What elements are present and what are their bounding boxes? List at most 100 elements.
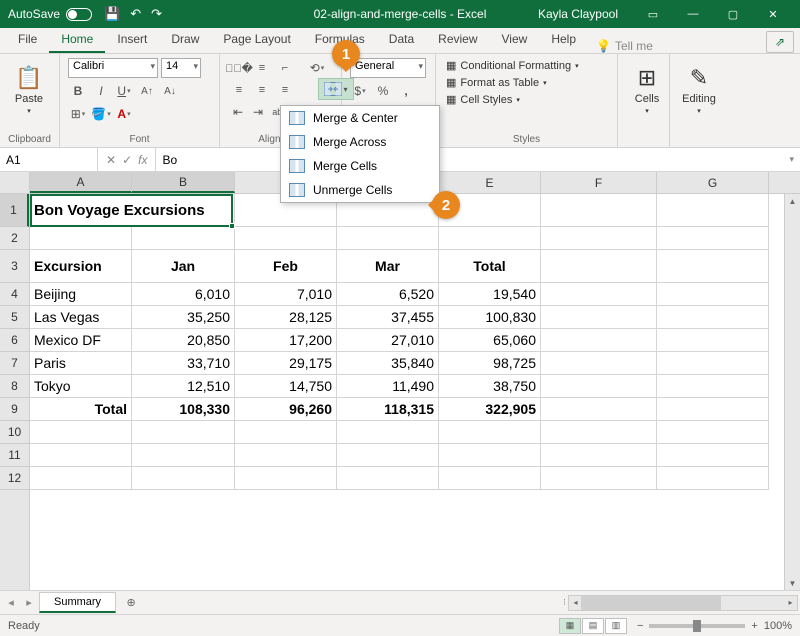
tab-insert[interactable]: Insert <box>105 28 159 53</box>
cell[interactable] <box>657 283 769 306</box>
cell[interactable]: 19,540 <box>439 283 541 306</box>
tab-view[interactable]: View <box>490 28 540 53</box>
align-center-button[interactable]: ≡ <box>251 80 273 100</box>
borders-button[interactable]: ⊞ <box>68 104 88 124</box>
cell[interactable] <box>541 421 657 444</box>
ribbon-display-icon[interactable]: ▭ <box>634 4 672 24</box>
sheet-tab-summary[interactable]: Summary <box>39 592 116 613</box>
cell[interactable] <box>30 467 132 490</box>
paste-button[interactable]: 📋 Paste ▾ <box>8 58 50 122</box>
cell[interactable]: 33,710 <box>132 352 235 375</box>
zoom-out-button[interactable]: − <box>637 620 643 632</box>
cell[interactable] <box>337 444 439 467</box>
horizontal-scrollbar[interactable]: ◂ ▸ <box>568 595 798 611</box>
fx-icon[interactable]: fx <box>138 153 147 167</box>
cell[interactable] <box>337 227 439 250</box>
font-size-select[interactable]: 14 <box>161 58 201 78</box>
cell[interactable] <box>132 227 235 250</box>
cell[interactable]: 96,260 <box>235 398 337 421</box>
cell[interactable] <box>132 467 235 490</box>
cell[interactable]: 35,840 <box>337 352 439 375</box>
row-header-1[interactable]: 1 <box>0 194 29 227</box>
cell[interactable]: Beijing <box>30 283 132 306</box>
cell[interactable] <box>541 194 657 227</box>
unmerge-cells-item[interactable]: Unmerge Cells <box>281 178 439 202</box>
shrink-font-button[interactable]: A↓ <box>160 81 180 101</box>
cell[interactable] <box>541 467 657 490</box>
align-right-button[interactable]: ≡ <box>274 80 296 100</box>
cell[interactable]: 27,010 <box>337 329 439 352</box>
row-header-9[interactable]: 9 <box>0 398 29 421</box>
cell[interactable] <box>657 352 769 375</box>
comma-format-button[interactable]: , <box>396 81 416 101</box>
cell-grid[interactable]: Bon Voyage ExcursionsExcursionJanFebMarT… <box>30 194 800 590</box>
expand-formula-bar[interactable]: ▾ <box>783 154 800 165</box>
cell[interactable] <box>657 227 769 250</box>
percent-format-button[interactable]: % <box>373 81 393 101</box>
fill-color-button[interactable]: 🪣 <box>91 104 111 124</box>
tab-review[interactable]: Review <box>426 28 489 53</box>
cell[interactable]: 11,490 <box>337 375 439 398</box>
cell[interactable] <box>541 352 657 375</box>
align-middle-button[interactable]: ≡ <box>251 58 273 78</box>
col-header-E[interactable]: E <box>439 172 541 193</box>
vertical-scrollbar[interactable]: ▲ ▼ <box>784 194 800 590</box>
normal-view-button[interactable]: ▦ <box>559 618 581 634</box>
cell[interactable]: 118,315 <box>337 398 439 421</box>
conditional-formatting-button[interactable]: ▦ Conditional Formatting ▾ <box>444 58 609 73</box>
italic-button[interactable]: I <box>91 81 111 101</box>
tab-file[interactable]: File <box>6 28 49 53</box>
cell[interactable]: 37,455 <box>337 306 439 329</box>
page-layout-view-button[interactable]: ▤ <box>582 618 604 634</box>
title-cell[interactable]: Bon Voyage Excursions <box>30 194 235 227</box>
cell[interactable]: Total <box>439 250 541 283</box>
cell[interactable] <box>337 467 439 490</box>
close-icon[interactable]: ✕ <box>754 4 792 24</box>
cell[interactable] <box>541 250 657 283</box>
cell[interactable]: Feb <box>235 250 337 283</box>
merge-across-item[interactable]: Merge Across <box>281 130 439 154</box>
col-header-B[interactable]: B <box>132 172 235 193</box>
number-format-select[interactable]: General <box>350 58 426 78</box>
cell[interactable] <box>235 467 337 490</box>
cell[interactable] <box>657 194 769 227</box>
cell[interactable] <box>541 306 657 329</box>
cell[interactable]: 98,725 <box>439 352 541 375</box>
cell[interactable] <box>30 421 132 444</box>
cell[interactable] <box>132 444 235 467</box>
tab-draw[interactable]: Draw <box>159 28 211 53</box>
zoom-level[interactable]: 100% <box>764 620 792 632</box>
sheet-nav-prev[interactable]: ◂ <box>2 596 20 609</box>
align-top-button[interactable]: �ొ� <box>228 58 250 78</box>
cell[interactable]: Tokyo <box>30 375 132 398</box>
cell[interactable] <box>439 444 541 467</box>
cell[interactable]: 6,010 <box>132 283 235 306</box>
tell-me-search[interactable]: 💡 Tell me <box>596 39 653 53</box>
cell[interactable]: 108,330 <box>132 398 235 421</box>
save-icon[interactable]: 💾 <box>104 6 120 22</box>
cell[interactable] <box>541 375 657 398</box>
cell[interactable] <box>439 467 541 490</box>
add-sheet-button[interactable]: ⊕ <box>121 593 141 613</box>
row-header-7[interactable]: 7 <box>0 352 29 375</box>
confirm-formula-icon[interactable]: ✓ <box>122 153 132 167</box>
cell[interactable] <box>30 227 132 250</box>
cell[interactable] <box>235 444 337 467</box>
cell-styles-button[interactable]: ▦ Cell Styles ▾ <box>444 92 609 107</box>
cell[interactable]: 100,830 <box>439 306 541 329</box>
cell[interactable] <box>439 421 541 444</box>
redo-icon[interactable]: ↷ <box>151 6 162 22</box>
autosave-toggle[interactable]: AutoSave <box>8 7 92 21</box>
cell[interactable]: 17,200 <box>235 329 337 352</box>
zoom-in-button[interactable]: + <box>751 620 757 632</box>
font-name-select[interactable]: Calibri <box>68 58 158 78</box>
align-left-button[interactable]: ≡ <box>228 80 250 100</box>
bold-button[interactable]: B <box>68 81 88 101</box>
row-header-3[interactable]: 3 <box>0 250 29 283</box>
cell[interactable] <box>657 329 769 352</box>
editing-button[interactable]: ✎ Editing ▾ <box>678 58 720 122</box>
cell[interactable] <box>657 444 769 467</box>
cancel-formula-icon[interactable]: ✕ <box>106 153 116 167</box>
row-header-6[interactable]: 6 <box>0 329 29 352</box>
zoom-slider[interactable] <box>649 624 745 628</box>
